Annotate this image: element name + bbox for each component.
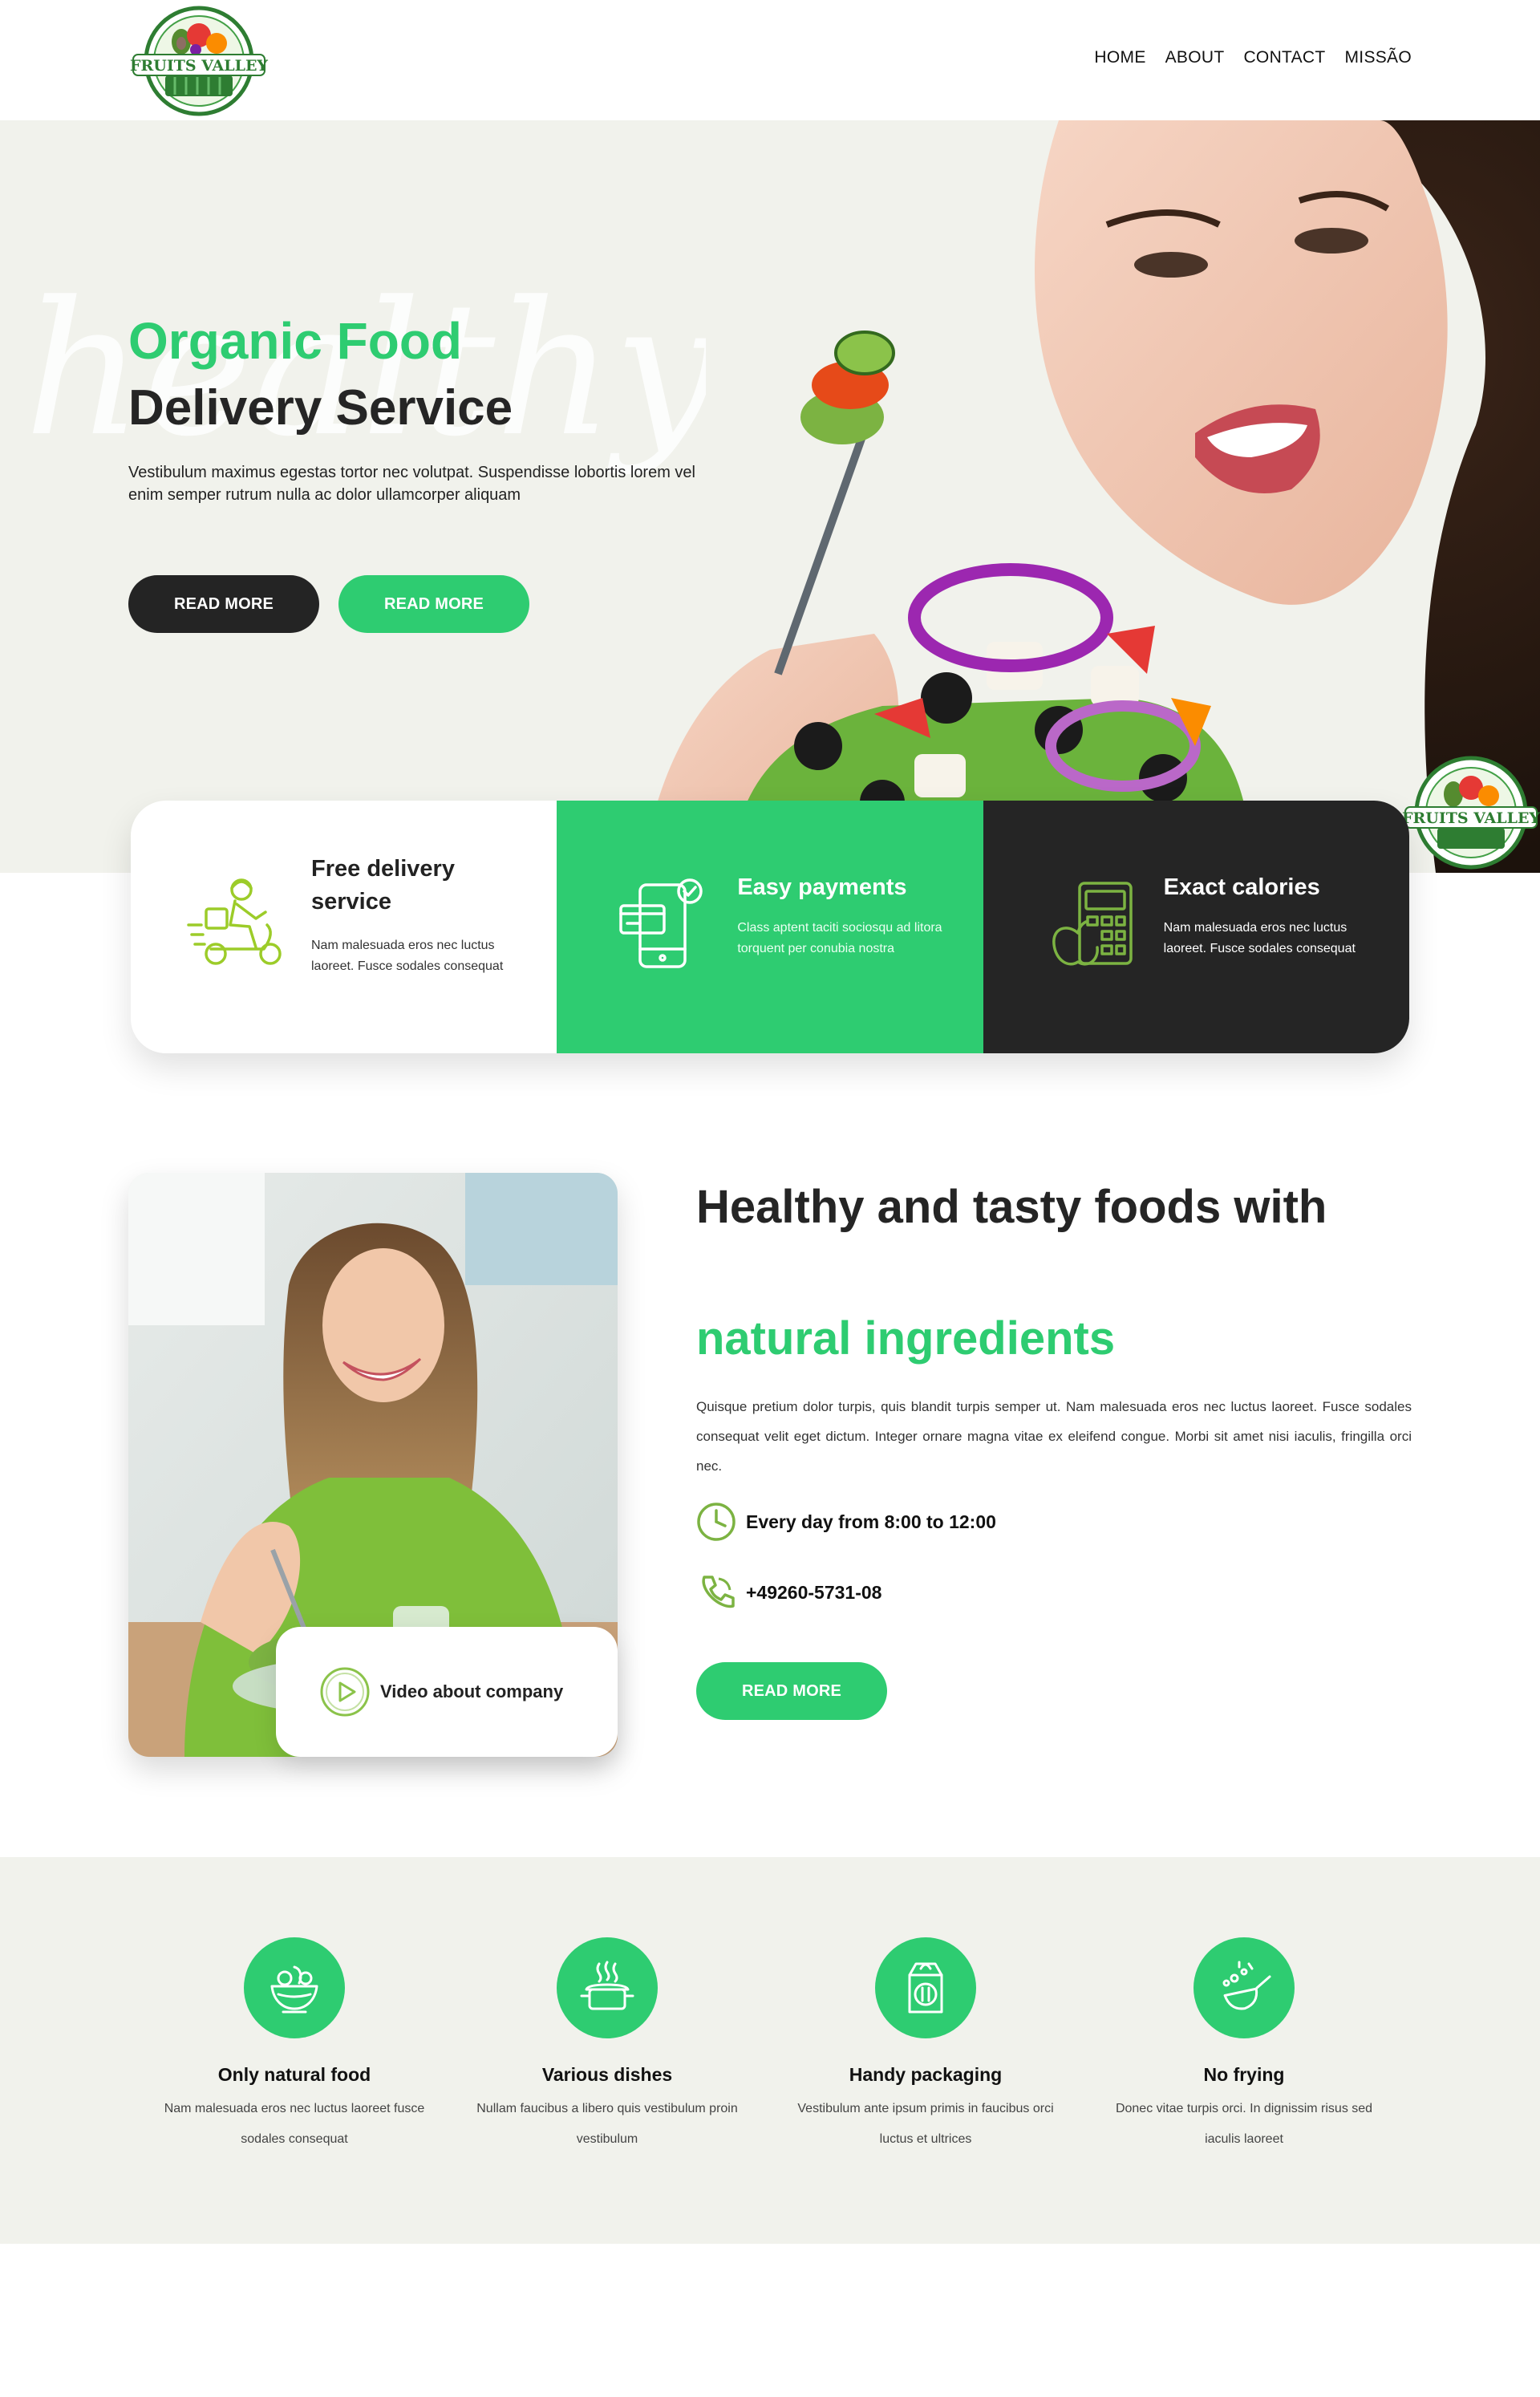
about-read-more-button[interactable]: READ MORE [696, 1662, 887, 1720]
hero-description: Vestibulum maximus egestas tortor nec vo… [128, 464, 696, 504]
fruits-valley-logo[interactable]: FRUITS VALLEY [128, 3, 270, 119]
nav-contact[interactable]: CONTACT [1243, 48, 1325, 67]
benefit-title: Only natural food [217, 2064, 371, 2085]
benefit-text: Donec vitae turpis orci. In dignissim ri… [1115, 2102, 1373, 2146]
features-strip: Free delivery service Nam malesuada eros… [131, 801, 1409, 1053]
phone-number[interactable]: +49260-5731-08 [696, 1572, 881, 1612]
opening-hours: Every day from 8:00 to 12:00 [696, 1502, 996, 1542]
svg-text:healthy: healthy [24, 263, 706, 477]
feature-title: Easy payments [737, 874, 907, 900]
feature-easy-payments: Easy payments Class aptent taciti socios… [557, 801, 983, 1053]
play-icon[interactable] [319, 1666, 371, 1718]
phone-icon [702, 1576, 735, 1608]
calorie-calculator-icon [1052, 882, 1133, 966]
delivery-scooter-icon [187, 878, 282, 965]
feature-title: Exact calories [1163, 874, 1320, 900]
feature-text: Class aptent taciti sociosqu ad litora t… [737, 921, 942, 955]
salad-bowl-icon [270, 1965, 318, 2014]
hero-woman-eating-salad-image [642, 120, 1540, 873]
feature-text: Nam malesuada eros nec luctus laoreet. F… [1163, 921, 1356, 955]
opening-hours-text: Every day from 8:00 to 12:00 [746, 1511, 996, 1532]
nav-about[interactable]: ABOUT [1165, 48, 1225, 67]
about-heading-dark: Healthy and tasty foods with [696, 1181, 1327, 1233]
badge-logo-text: FRUITS VALLEY [1402, 809, 1540, 827]
hero-read-more-green-button[interactable]: READ MORE [338, 575, 529, 633]
benefit-text: Nam malesuada eros nec luctus laoreet fu… [164, 2102, 425, 2146]
benefit-title: Handy packaging [849, 2064, 1003, 2085]
feature-text: Nam malesuada eros nec luctus laoreet. F… [311, 939, 504, 973]
video-about-company-card[interactable]: Video about company [276, 1627, 618, 1757]
feature-free-delivery: Free delivery service Nam malesuada eros… [131, 801, 557, 1053]
benefit-various-dishes: Various dishes Nullam faucibus a libero … [471, 1937, 744, 2155]
benefit-title: Various dishes [541, 2064, 673, 2085]
hero-title-dark: Delivery Service [128, 380, 513, 436]
video-label[interactable]: Video about company [380, 1681, 563, 1702]
hero-section: healthy Organic Food Delivery Service Ve… [0, 120, 1540, 873]
about-heading-green: natural ingredients [696, 1312, 1116, 1365]
feature-title: Free delivery service [311, 856, 455, 915]
fruits-valley-badge: FRUITS VALLEY [1402, 752, 1540, 873]
benefit-no-frying: No frying Donec vitae turpis orci. In di… [1108, 1937, 1380, 2155]
hero-title-green: Organic Food [128, 312, 462, 370]
hero-read-more-dark-button[interactable]: READ MORE [128, 575, 319, 633]
nav-home[interactable]: HOME [1094, 48, 1145, 67]
nav-missao[interactable]: MISSÃO [1345, 48, 1412, 67]
phone-number-text[interactable]: +49260-5731-08 [746, 1582, 881, 1604]
mobile-payment-icon [619, 878, 703, 968]
site-header: FRUITS VALLEY HOME ABOUT CONTACT MISSÃO [0, 0, 1540, 120]
benefit-handy-packaging: Handy packaging Vestibulum ante ipsum pr… [789, 1937, 1062, 2155]
main-nav: HOME ABOUT CONTACT MISSÃO [1094, 48, 1412, 67]
clock-icon [697, 1503, 736, 1541]
about-description: Quisque pretium dolor turpis, quis bland… [696, 1399, 1412, 1474]
benefit-text: Nullam faucibus a libero quis vestibulum… [476, 2102, 738, 2146]
benefit-title: No frying [1203, 2064, 1285, 2085]
cooking-pot-icon [580, 1961, 634, 2010]
logo-text: FRUITS VALLEY [130, 57, 268, 75]
no-frying-pan-icon [1222, 1961, 1271, 2010]
feature-exact-calories: Exact calories Nam malesuada eros nec lu… [983, 801, 1409, 1053]
benefits-section: Only natural food Nam malesuada eros nec… [0, 1857, 1540, 2244]
food-package-icon [908, 1962, 943, 2014]
benefit-natural-food: Only natural food Nam malesuada eros nec… [158, 1937, 431, 2155]
benefit-text: Vestibulum ante ipsum primis in faucibus… [797, 2102, 1054, 2146]
